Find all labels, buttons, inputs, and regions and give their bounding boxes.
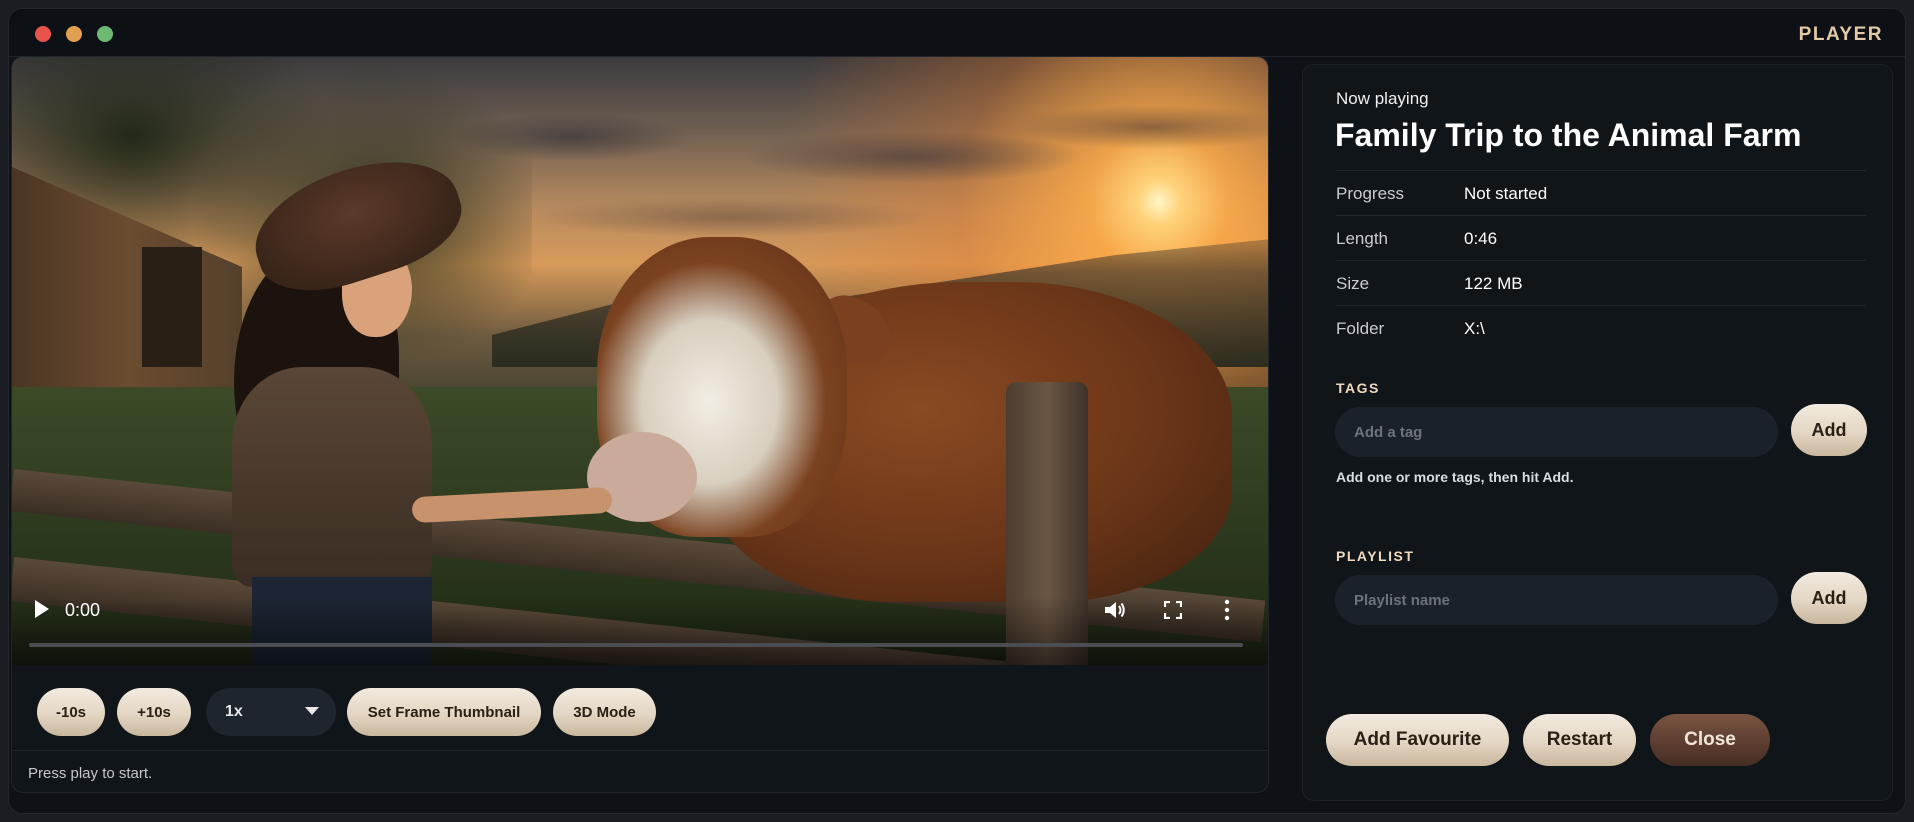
info-value: 122 MB [1464,274,1523,293]
more-vertical-icon[interactable] [1223,599,1231,621]
play-icon[interactable] [31,598,53,620]
divider [12,750,1268,751]
add-tag-button[interactable]: Add [1791,404,1867,456]
close-window-dot[interactable] [35,26,51,42]
video-barn-door [142,247,202,367]
playlist-heading: PLAYLIST [1336,548,1415,564]
tags-heading: TAGS [1336,380,1380,396]
info-row-length: Length 0:46 [1336,215,1866,260]
chevron-down-icon [305,707,319,715]
now-playing-label: Now playing [1336,89,1429,108]
tag-input[interactable] [1335,407,1778,457]
fullscreen-icon[interactable] [1164,601,1182,619]
3d-mode-button[interactable]: 3D Mode [553,688,656,736]
playlist-input[interactable] [1335,575,1778,625]
forward-10s-button[interactable]: +10s [117,688,191,736]
info-value: X:\ [1464,319,1485,338]
add-playlist-button[interactable]: Add [1791,572,1867,624]
app-title: PLAYER [1798,24,1883,45]
seek-bar[interactable] [29,643,1243,647]
info-row-folder: Folder X:\ [1336,305,1866,350]
rewind-10s-button[interactable]: -10s [37,688,105,736]
title-bar: PLAYER [9,9,1905,57]
maximize-window-dot[interactable] [97,26,113,42]
speed-value: 1x [225,703,243,720]
tags-hint: Add one or more tags, then hit Add. [1336,469,1574,485]
video-control-shade [12,597,1268,665]
set-frame-thumbnail-button[interactable]: Set Frame Thumbnail [347,688,541,736]
info-row-size: Size 122 MB [1336,260,1866,305]
minimize-window-dot[interactable] [66,26,82,42]
info-label: Size [1336,274,1370,293]
info-label: Length [1336,229,1388,248]
info-row-progress: Progress Not started [1336,170,1866,215]
speed-select[interactable]: 1x [206,688,336,736]
restart-button[interactable]: Restart [1523,714,1636,766]
info-value: Not started [1464,184,1548,203]
playback-controls: -10s +10s 1x Set Frame Thumbnail 3D Mode [11,672,1269,752]
info-label: Folder [1336,319,1385,338]
add-favourite-button[interactable]: Add Favourite [1326,714,1509,766]
info-value: 0:46 [1464,229,1498,248]
close-button[interactable]: Close [1650,714,1770,766]
status-text: Press play to start. [28,765,153,782]
current-time: 0:00 [65,600,101,620]
video-title: Family Trip to the Animal Farm [1335,117,1802,153]
video-woman-body [232,367,432,587]
info-label: Progress [1336,184,1405,203]
video-frame[interactable] [12,57,1268,665]
volume-icon[interactable] [1103,599,1127,621]
